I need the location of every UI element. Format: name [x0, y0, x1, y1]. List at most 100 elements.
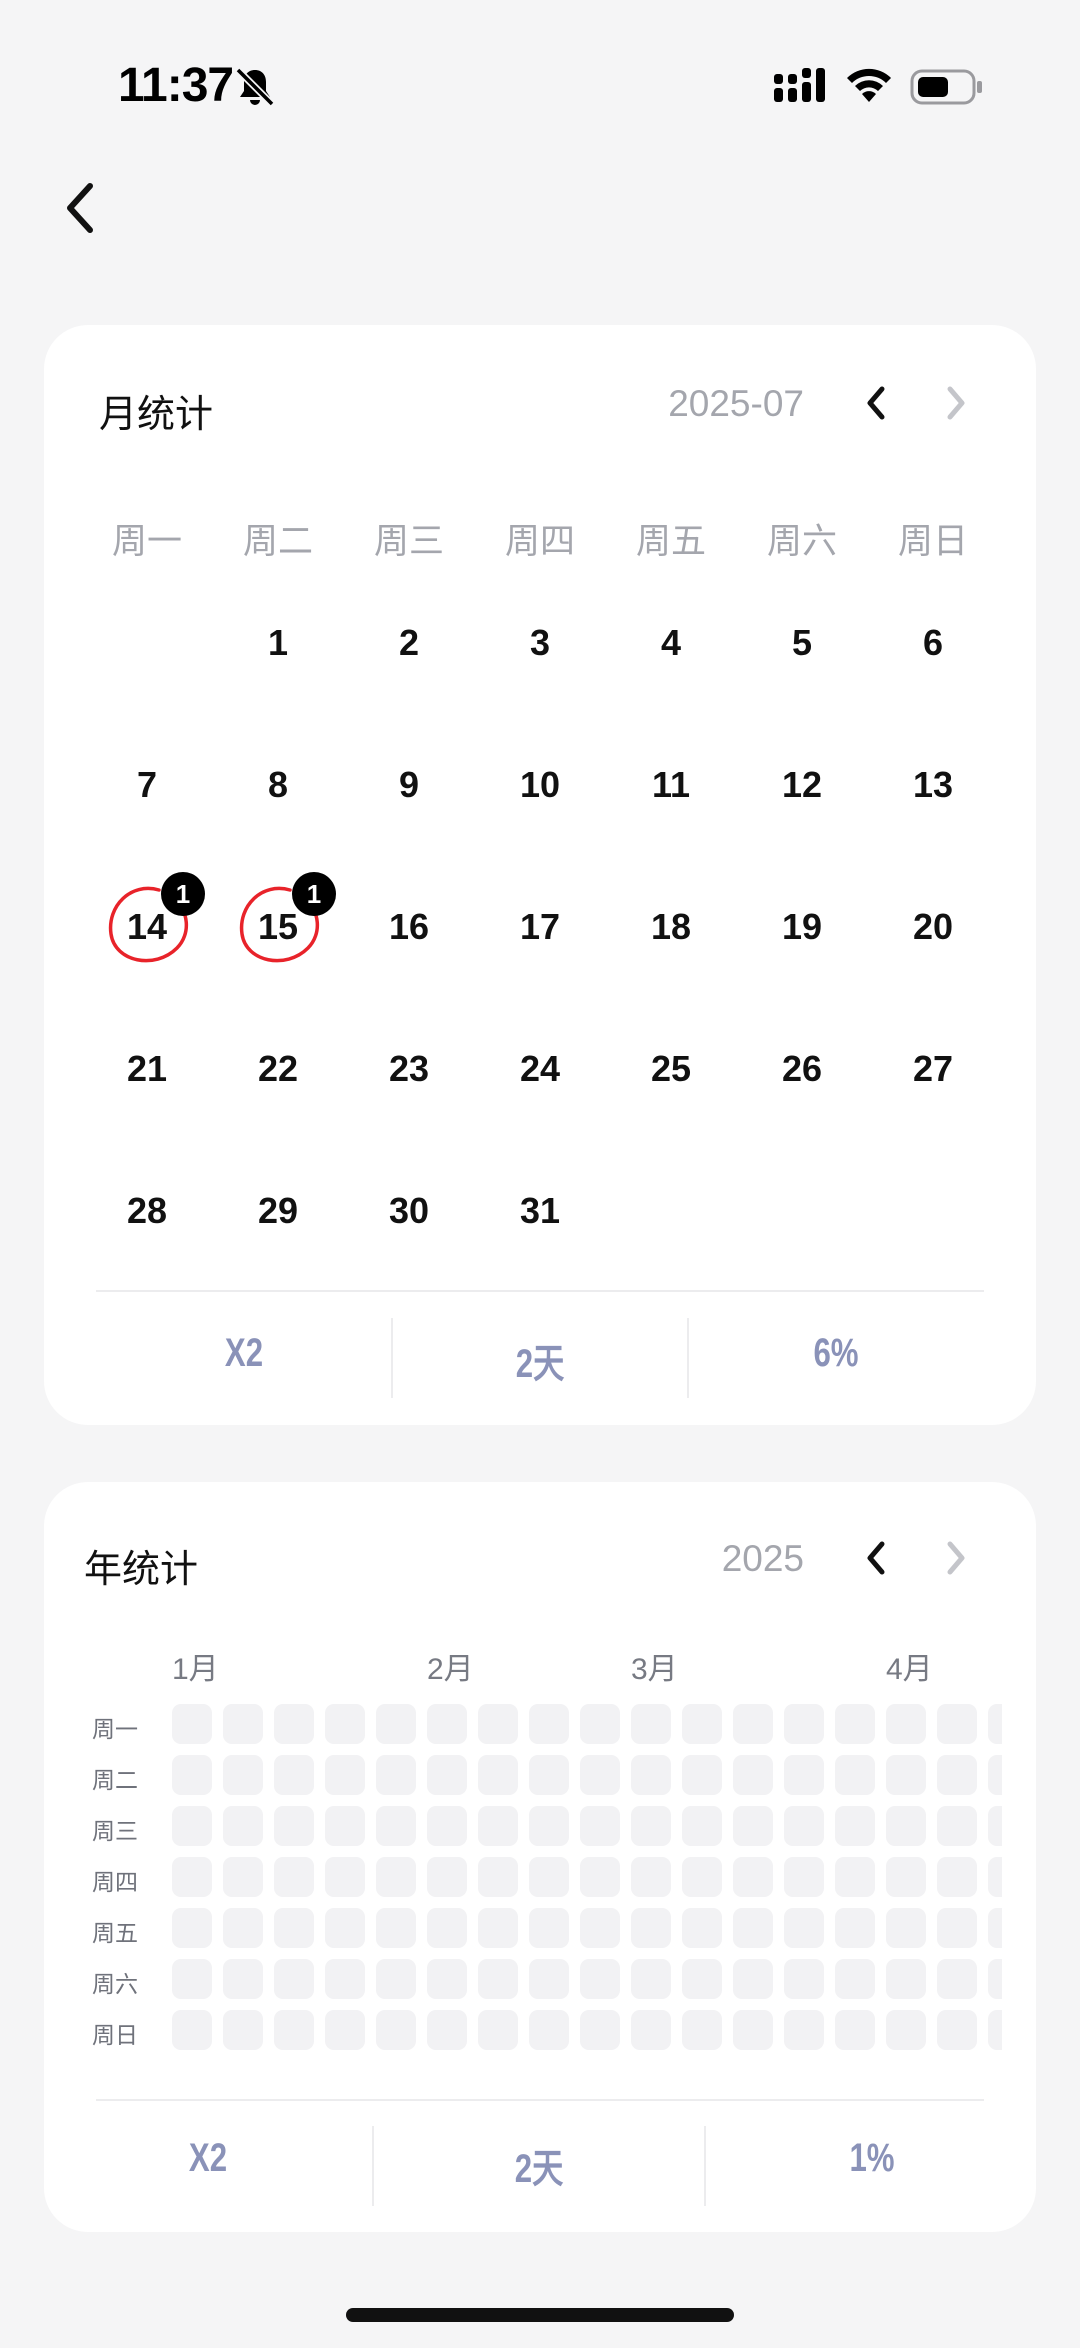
heatmap-cell[interactable] [325, 1908, 365, 1948]
heatmap-cell[interactable] [631, 1908, 671, 1948]
calendar-day-26[interactable]: 26 [742, 1014, 862, 1124]
heatmap-cell[interactable] [631, 1755, 671, 1795]
heatmap-cell[interactable] [733, 1959, 773, 1999]
heatmap-cell[interactable] [784, 1857, 824, 1897]
heatmap-cell[interactable] [835, 1908, 875, 1948]
heatmap-cell[interactable] [376, 1959, 416, 1999]
heatmap-cell[interactable] [988, 1959, 1002, 1999]
heatmap-cell[interactable] [988, 1806, 1002, 1846]
heatmap-cell[interactable] [580, 1857, 620, 1897]
heatmap-cell[interactable] [886, 1806, 926, 1846]
heatmap-cell[interactable] [325, 1959, 365, 1999]
heatmap-cell[interactable] [427, 1857, 467, 1897]
heatmap-cell[interactable] [682, 1908, 722, 1948]
heatmap-cell[interactable] [937, 1857, 977, 1897]
heatmap-cell[interactable] [274, 1755, 314, 1795]
heatmap-cell[interactable] [223, 1857, 263, 1897]
heatmap-cell[interactable] [988, 1857, 1002, 1897]
heatmap-cell[interactable] [580, 1755, 620, 1795]
heatmap-cell[interactable] [427, 1755, 467, 1795]
heatmap-cell[interactable] [274, 1908, 314, 1948]
calendar-day-16[interactable]: 16 [349, 872, 469, 982]
heatmap-cell[interactable] [631, 2010, 671, 2050]
heatmap-cell[interactable] [988, 1704, 1002, 1744]
heatmap-cell[interactable] [325, 1806, 365, 1846]
back-button[interactable] [40, 168, 120, 248]
heatmap-cell[interactable] [427, 1959, 467, 1999]
heatmap-cell[interactable] [988, 2010, 1002, 2050]
heatmap-cell[interactable] [427, 1704, 467, 1744]
heatmap-cell[interactable] [529, 2010, 569, 2050]
calendar-day-10[interactable]: 10 [480, 730, 600, 840]
heatmap-cell[interactable] [223, 1806, 263, 1846]
calendar-day-29[interactable]: 29 [218, 1156, 338, 1266]
heatmap-cell[interactable] [733, 1755, 773, 1795]
heatmap-cell[interactable] [172, 2010, 212, 2050]
heatmap-cell[interactable] [784, 1806, 824, 1846]
heatmap-cell[interactable] [274, 1857, 314, 1897]
heatmap-cell[interactable] [937, 1704, 977, 1744]
calendar-day-11[interactable]: 11 [611, 730, 731, 840]
heatmap-cell[interactable] [631, 1959, 671, 1999]
calendar-day-22[interactable]: 22 [218, 1014, 338, 1124]
heatmap-cell[interactable] [478, 1857, 518, 1897]
heatmap-cell[interactable] [172, 1857, 212, 1897]
calendar-day-14[interactable]: 14 1 [87, 872, 207, 982]
heatmap-cell[interactable] [682, 2010, 722, 2050]
heatmap-cell[interactable] [529, 1959, 569, 1999]
heatmap-cell[interactable] [325, 1755, 365, 1795]
heatmap-cell[interactable] [529, 1755, 569, 1795]
heatmap-cell[interactable] [529, 1857, 569, 1897]
next-month-button[interactable] [931, 378, 981, 428]
heatmap-cell[interactable] [529, 1806, 569, 1846]
heatmap-cell[interactable] [835, 2010, 875, 2050]
calendar-day-25[interactable]: 25 [611, 1014, 731, 1124]
heatmap-cell[interactable] [427, 1806, 467, 1846]
heatmap-cell[interactable] [580, 2010, 620, 2050]
heatmap-cell[interactable] [886, 1704, 926, 1744]
heatmap-cell[interactable] [784, 1704, 824, 1744]
heatmap-cell[interactable] [988, 1755, 1002, 1795]
heatmap-cell[interactable] [937, 1959, 977, 1999]
heatmap-cell[interactable] [172, 1806, 212, 1846]
calendar-day-4[interactable]: 4 [611, 588, 731, 698]
heatmap-cell[interactable] [886, 1755, 926, 1795]
heatmap-cell[interactable] [376, 1704, 416, 1744]
heatmap-cell[interactable] [274, 1806, 314, 1846]
heatmap-cell[interactable] [835, 1857, 875, 1897]
heatmap-cell[interactable] [580, 1806, 620, 1846]
calendar-day-3[interactable]: 3 [480, 588, 600, 698]
heatmap-cell[interactable] [274, 1704, 314, 1744]
heatmap-cell[interactable] [682, 1755, 722, 1795]
calendar-day-5[interactable]: 5 [742, 588, 862, 698]
heatmap-cell[interactable] [733, 2010, 773, 2050]
prev-year-button[interactable] [851, 1533, 901, 1583]
calendar-day-24[interactable]: 24 [480, 1014, 600, 1124]
calendar-day-18[interactable]: 18 [611, 872, 731, 982]
heatmap-cell[interactable] [733, 1704, 773, 1744]
heatmap-cell[interactable] [223, 1908, 263, 1948]
heatmap-cell[interactable] [682, 1857, 722, 1897]
heatmap-cell[interactable] [937, 1908, 977, 1948]
heatmap-cell[interactable] [478, 1806, 518, 1846]
calendar-day-20[interactable]: 20 [873, 872, 993, 982]
heatmap-cell[interactable] [325, 1857, 365, 1897]
heatmap-cell[interactable] [325, 2010, 365, 2050]
calendar-day-1[interactable]: 1 [218, 588, 338, 698]
heatmap-cell[interactable] [937, 2010, 977, 2050]
heatmap-cell[interactable] [274, 1959, 314, 1999]
heatmap-cell[interactable] [172, 1704, 212, 1744]
heatmap-cell[interactable] [835, 1959, 875, 1999]
heatmap-cell[interactable] [937, 1806, 977, 1846]
heatmap-cell[interactable] [223, 1704, 263, 1744]
heatmap-cell[interactable] [631, 1704, 671, 1744]
heatmap-cell[interactable] [835, 1806, 875, 1846]
heatmap-cell[interactable] [580, 1704, 620, 1744]
heatmap-cell[interactable] [223, 1755, 263, 1795]
heatmap-cell[interactable] [631, 1857, 671, 1897]
calendar-day-31[interactable]: 31 [480, 1156, 600, 1266]
heatmap-cell[interactable] [376, 1857, 416, 1897]
heatmap-cell[interactable] [988, 1908, 1002, 1948]
heatmap-cell[interactable] [478, 1959, 518, 1999]
heatmap-cell[interactable] [580, 1959, 620, 1999]
